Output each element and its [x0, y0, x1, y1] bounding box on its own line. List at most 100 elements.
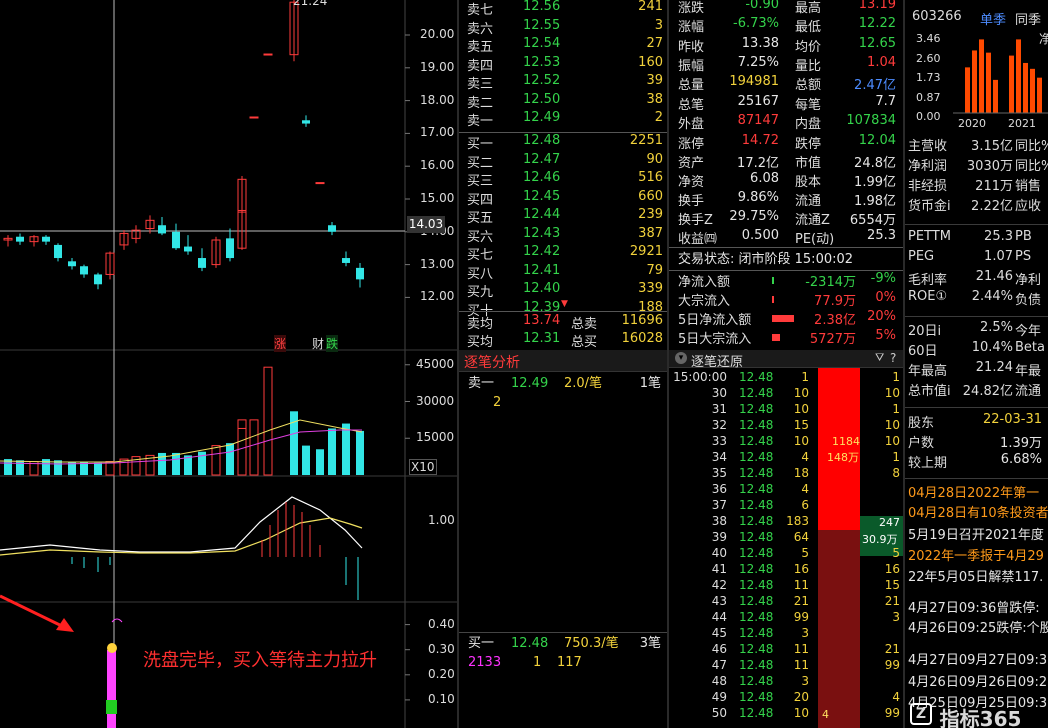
bid-label: 买四: [467, 192, 494, 208]
quote-value: 9.86%: [737, 190, 779, 205]
tick-sell-avg: 2.0/笔: [564, 376, 603, 391]
quote-label: 最高: [795, 1, 822, 16]
f10-value: 3.15亿: [971, 139, 1013, 154]
trade-time: 35: [711, 466, 727, 480]
trade-price: 12.48: [739, 370, 774, 384]
trade-volume: 10: [793, 706, 809, 720]
trade-time: 31: [711, 402, 727, 416]
trade-price: 12.48: [739, 562, 774, 576]
trade-volume: 20: [793, 690, 809, 704]
f10-news-item[interactable]: 2022年一季报于4月29: [908, 545, 1044, 564]
tick-buy-price: 12.48: [511, 636, 549, 651]
trade-time: 39: [711, 530, 727, 544]
tick-analysis-panel: 逐笔分析 卖一 12.49 2.0/笔 1笔 2 买一 12.48 750.3/…: [459, 350, 667, 728]
bid-price: 12.41: [523, 262, 561, 278]
trade-volume: 10: [793, 386, 809, 400]
trade-volume-right: 1: [892, 402, 900, 416]
collapse-icon[interactable]: ▾: [675, 352, 687, 364]
trade-volume: 6: [801, 498, 809, 512]
macd-dif-line: [0, 496, 363, 553]
f10-news-item[interactable]: 4月26日09:25跌停:个股: [908, 617, 1048, 636]
f10-holder-value: 1.39万: [1000, 436, 1042, 451]
bid-price: 12.42: [523, 244, 561, 259]
trade-volume-right: 10: [884, 434, 900, 448]
bid10-marker-icon: ▼: [561, 299, 568, 309]
f10-right-label: 应收: [1015, 199, 1042, 214]
help-icon[interactable]: ?: [890, 351, 896, 365]
event-tag-cai[interactable]: 财: [312, 335, 324, 352]
f10-news-item[interactable]: 22年5月05日解禁117.: [908, 566, 1043, 585]
quote-label: 总额: [795, 78, 822, 94]
ask-volume: 2: [654, 110, 663, 125]
f10-bar: [972, 50, 977, 113]
f10-news-item[interactable]: 4月27日09:36曾跌停:: [908, 597, 1040, 616]
f10-news-item[interactable]: 4月27日09月27日09:30: [908, 649, 1048, 668]
bid-label: 买七: [467, 248, 494, 263]
bid-label: 买八: [467, 266, 494, 282]
f10-label: 货币金i: [908, 199, 951, 214]
volume-bar-down: [328, 428, 336, 475]
f10-right-label: 年最: [1015, 364, 1042, 379]
tick-buy-avg: 750.3/笔: [564, 636, 619, 651]
price-tick-label: 19.00: [420, 59, 455, 74]
quote-value: 107834: [846, 112, 896, 128]
flow-bar: [772, 334, 781, 341]
quote-value: 1.98亿: [854, 194, 896, 209]
quote-label: 收益㈣: [678, 232, 718, 247]
f10-value: 3030万: [966, 159, 1013, 174]
filter-icon[interactable]: ⛛: [875, 351, 884, 365]
candle-body-up: [263, 53, 273, 56]
trade-price: 12.48: [739, 514, 774, 528]
trade-volume-right: 16: [884, 562, 900, 576]
ask-label: 卖六: [467, 21, 494, 37]
trade-price: 12.48: [739, 530, 774, 544]
f10-value: 1.07: [984, 249, 1013, 264]
bid-volume: 387: [638, 225, 663, 241]
f10-bar: [1016, 39, 1021, 113]
f10-value: 24.82亿: [962, 384, 1013, 399]
ask-label: 卖四: [467, 58, 494, 74]
quote-label: 换手: [678, 194, 705, 209]
trade-volume: 183: [786, 514, 809, 528]
f10-chart-tick: 3.46: [916, 32, 941, 45]
f10-chart-tick: 1.73: [916, 71, 941, 84]
summary-label: 总买: [571, 335, 598, 350]
f10-news-item[interactable]: 4月26日09月26日09:25: [908, 671, 1048, 690]
tick-analysis-title[interactable]: 逐笔分析: [464, 352, 520, 372]
summary-value: 16028: [621, 331, 663, 346]
f10-bar: [986, 52, 991, 113]
trade-time: 33: [711, 434, 727, 448]
ask-label: 卖五: [467, 40, 494, 55]
f10-divider: [905, 407, 1048, 408]
quote-label: 流通: [795, 194, 822, 209]
indicator-tick-label: 0.10: [428, 691, 455, 706]
kline-chart-svg[interactable]: [0, 0, 457, 728]
block-green-count: 247: [879, 516, 900, 529]
trade-volume-right: 3: [892, 610, 900, 624]
price-tick-label: 12.00: [420, 289, 455, 304]
trade-volume: 1: [801, 370, 809, 384]
macd-dea-line: [0, 517, 363, 556]
high-price-label: 21.24: [293, 0, 328, 8]
bid-price: 12.45: [523, 188, 561, 204]
block-red-amount: 148万: [827, 451, 859, 464]
f10-news-item[interactable]: 04月28日有10条投资者: [908, 502, 1048, 521]
bid-price: 12.48: [523, 133, 561, 148]
volume-bar-up: [237, 427, 247, 476]
kline-chart-area[interactable]: 20.0019.0018.0017.0016.0015.0014.0013.00…: [0, 0, 457, 728]
trade-volume: 3: [801, 674, 809, 688]
quote-label: 每笔: [795, 97, 822, 113]
f10-news-item[interactable]: 5月19日召开2021年度: [908, 524, 1044, 543]
tick-buy-d3: 117: [557, 655, 582, 670]
bid-label: 买九: [467, 285, 494, 300]
flow-value: 5727万: [809, 332, 856, 347]
quote-label: 量比: [795, 58, 822, 74]
trade-time: 37: [711, 498, 727, 512]
flow-label: 5日大宗流入: [678, 332, 752, 347]
quote-value: -0.90: [745, 0, 779, 12]
flow-label: 净流入额: [678, 275, 731, 290]
event-tag-zhang[interactable]: 涨: [274, 335, 287, 352]
trade-blocks: [818, 368, 903, 728]
event-tag-die[interactable]: 跌: [326, 335, 339, 352]
f10-news-item[interactable]: 04月28日2022年第一: [908, 482, 1039, 501]
